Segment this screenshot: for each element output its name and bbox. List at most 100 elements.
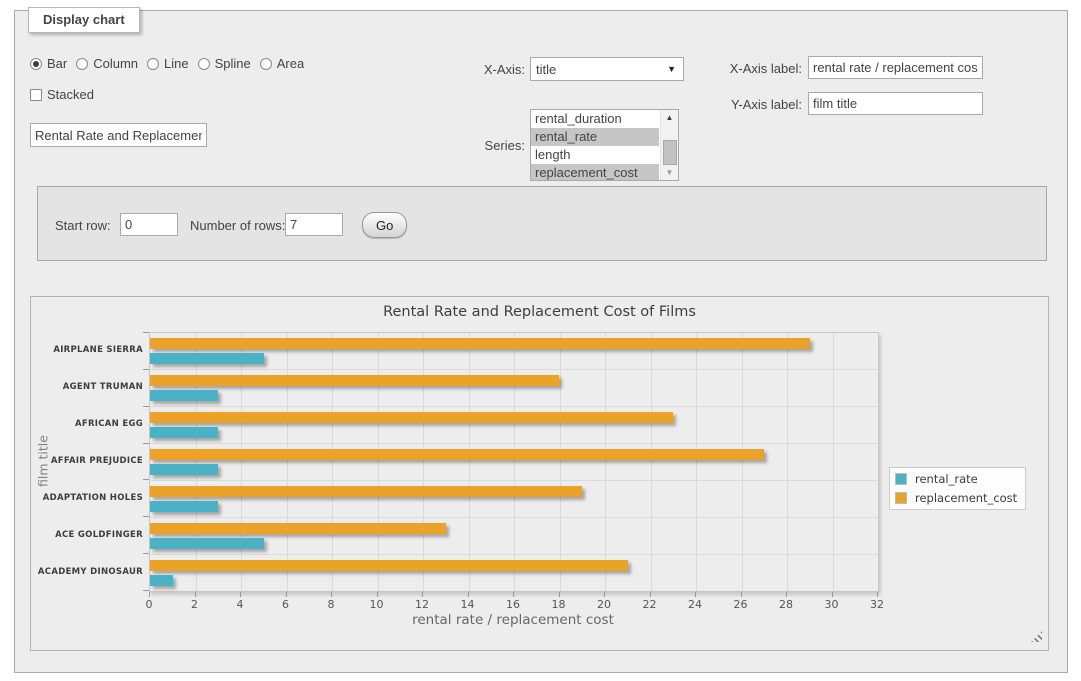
go-button[interactable]: Go [362,212,407,238]
start-row-label: Start row: [55,218,111,233]
x-tick-label: 14 [454,598,482,611]
checkbox-icon[interactable] [30,89,42,101]
x-axis-selected-value: title [536,62,556,77]
bar-rental_rate [150,538,264,549]
x-tick-mark [604,592,605,597]
bar-replacement_cost [150,560,628,571]
fieldset-legend: Display chart [28,7,140,33]
x-tick-mark [468,592,469,597]
x-tick-label: 0 [135,598,163,611]
bar-rental_rate [150,427,218,438]
bar-rental_rate [150,501,218,512]
radio-label: Column [93,56,138,71]
radio-label: Spline [215,56,251,71]
y-tick-mark [143,369,149,370]
x-axis-label-input[interactable] [808,56,983,79]
series-option-replacement_cost[interactable]: replacement_cost [531,164,659,181]
series-scrollbar[interactable]: ▲ ▼ [660,110,678,180]
radio-icon[interactable] [30,58,42,70]
radio-option-area[interactable]: Area [260,56,304,71]
x-tick-label: 18 [545,598,573,611]
radio-icon[interactable] [198,58,210,70]
radio-option-column[interactable]: Column [76,56,138,71]
x-tick-mark [650,592,651,597]
bar-rental_rate [150,575,173,586]
y-axis-label-input[interactable] [808,92,983,115]
radio-option-spline[interactable]: Spline [198,56,251,71]
legend-row-replacement_cost: replacement_cost [895,491,1017,505]
stacked-checkbox[interactable]: Stacked [30,87,94,102]
category-row [150,555,878,591]
x-tick-label: 28 [772,598,800,611]
start-row-input[interactable] [120,213,178,236]
radio-icon[interactable] [260,58,272,70]
x-tick-mark [877,592,878,597]
radio-icon[interactable] [147,58,159,70]
bar-replacement_cost [150,412,673,423]
x-tick-label: 6 [272,598,300,611]
x-tick-mark [286,592,287,597]
category-row [150,518,878,555]
dropdown-arrow-icon: ▼ [667,64,676,74]
x-tick-mark [331,592,332,597]
x-tick-label: 16 [499,598,527,611]
series-option-rental_rate[interactable]: rental_rate [531,128,659,146]
x-tick-mark [741,592,742,597]
x-tick-mark [422,592,423,597]
chart-title-input[interactable] [30,123,207,147]
resize-grip-icon[interactable] [1031,631,1042,642]
radio-option-line[interactable]: Line [147,56,189,71]
radio-label: Line [164,56,189,71]
radio-option-bar[interactable]: Bar [30,56,67,71]
category-label: ADAPTATION HOLES [47,479,143,516]
series-multiselect[interactable]: rental_durationrental_ratelengthreplacem… [530,109,679,181]
x-tick-label: 8 [317,598,345,611]
scroll-down-icon[interactable]: ▼ [661,165,678,180]
rows-panel [37,186,1047,261]
x-tick-mark [377,592,378,597]
bar-replacement_cost [150,338,810,349]
x-tick-label: 22 [636,598,664,611]
plot-area [149,332,879,592]
num-rows-input[interactable] [285,213,343,236]
y-tick-mark [143,590,149,591]
category-row [150,370,878,407]
series-option-rental_duration[interactable]: rental_duration [531,110,659,128]
bar-rental_rate [150,390,218,401]
scroll-up-icon[interactable]: ▲ [661,110,678,125]
y-tick-mark [143,406,149,407]
x-tick-mark [559,592,560,597]
category-label: AFRICAN EGG [47,406,143,443]
bar-rental_rate [150,353,264,364]
x-axis-select-label: X-Axis: [430,62,525,77]
x-tick-mark [149,592,150,597]
radio-label: Area [277,56,304,71]
category-row [150,481,878,518]
y-tick-mark [143,516,149,517]
x-tick-label: 4 [226,598,254,611]
legend-label: rental_rate [915,472,978,486]
x-tick-label: 30 [818,598,846,611]
x-axis-label-caption: X-Axis label: [705,61,802,76]
y-tick-mark [143,443,149,444]
x-tick-mark [195,592,196,597]
x-axis-select[interactable]: title ▼ [530,57,684,81]
y-tick-mark [143,332,149,333]
bar-replacement_cost [150,523,446,534]
category-row [150,333,878,370]
scrollbar-thumb[interactable] [663,140,677,165]
x-tick-label: 24 [681,598,709,611]
x-axis-title: rental rate / replacement cost [149,612,877,628]
y-tick-mark [143,479,149,480]
category-row [150,407,878,444]
radio-label: Bar [47,56,67,71]
series-option-length[interactable]: length [531,146,659,164]
bar-replacement_cost [150,375,559,386]
x-tick-label: 10 [363,598,391,611]
radio-icon[interactable] [76,58,88,70]
x-tick-label: 32 [863,598,891,611]
chart-container: Rental Rate and Replacement Cost of Film… [30,296,1049,651]
bar-rental_rate [150,464,218,475]
x-tick-mark [240,592,241,597]
legend-row-rental_rate: rental_rate [895,472,1017,486]
